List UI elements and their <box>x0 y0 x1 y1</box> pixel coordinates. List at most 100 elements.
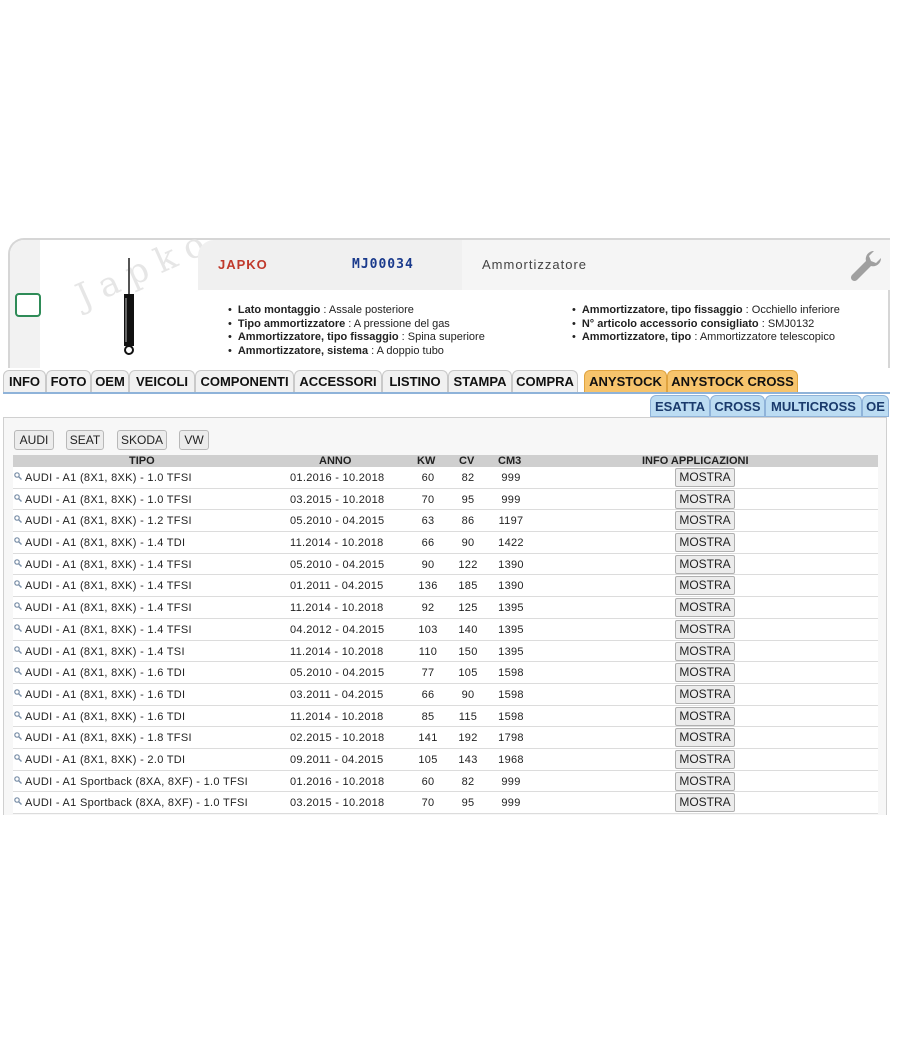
magnifier-icon[interactable] <box>14 515 22 524</box>
table-header: TIPO ANNO KW CV CM3 INFO APPLICAZIONI <box>13 455 878 467</box>
subtab-multicross[interactable]: MULTICROSS <box>765 395 862 417</box>
mostra-button[interactable]: MOSTRA <box>675 576 735 596</box>
cell-anno: 03.2015 - 10.2018 <box>290 493 385 506</box>
magnifier-icon[interactable] <box>14 624 22 632</box>
magnifier-icon[interactable] <box>14 472 22 480</box>
magnifier-icon[interactable] <box>14 645 22 654</box>
cell-cm3: 1395 <box>498 645 524 658</box>
magnifier-icon[interactable] <box>14 602 22 611</box>
col-cv: CV <box>459 455 475 467</box>
subtab-cross[interactable]: CROSS <box>710 395 765 417</box>
filter-vw-button[interactable]: VW <box>179 430 209 450</box>
cell-anno: 09.2011 - 04.2015 <box>290 753 384 766</box>
cell-tipo: AUDI - A1 (8X1, 8XK) - 1.6 TDI <box>25 688 186 701</box>
cell-kw: 141 <box>418 732 438 745</box>
cell-cm3: 999 <box>501 797 521 810</box>
magnifier-icon[interactable] <box>14 667 22 676</box>
cell-kw: 136 <box>418 580 438 593</box>
cell-tipo: AUDI - A1 Sportback (8XA, 8XF) - 1.0 TFS… <box>25 775 249 788</box>
filter-audi-button[interactable]: AUDI <box>14 430 54 450</box>
cell-anno: 03.2015 - 10.2018 <box>290 797 385 810</box>
mostra-button[interactable]: MOSTRA <box>675 663 735 683</box>
table-row: AUDI - A1 (8X1, 8XK) - 1.0 TFSI 03.2015 -… <box>13 488 878 511</box>
magnifier-icon[interactable] <box>14 580 22 589</box>
magnifier-icon[interactable] <box>14 797 22 806</box>
spec-item: Tipo ammortizzatore : A pressione del ga… <box>228 318 485 332</box>
mostra-button[interactable]: MOSTRA <box>675 533 735 553</box>
filter-seat-button[interactable]: SEAT <box>66 430 104 450</box>
select-checkbox[interactable] <box>15 293 41 317</box>
mostra-button[interactable]: MOSTRA <box>675 684 735 704</box>
mostra-button[interactable]: MOSTRA <box>675 749 735 769</box>
tab-anystock[interactable]: ANYSTOCK <box>584 370 667 392</box>
mostra-button[interactable]: MOSTRA <box>675 793 735 813</box>
cell-cm3: 1598 <box>498 688 524 701</box>
cell-cv: 143 <box>458 753 478 766</box>
table-row: AUDI - A1 (8X1, 8XK) - 1.4 TSI 11.2014 - … <box>13 640 878 663</box>
table-row: AUDI - A1 (8X1, 8XK) - 1.4 TDI 11.2014 - … <box>13 532 878 554</box>
magnifier-icon[interactable] <box>14 754 22 762</box>
brand-label: JAPKO <box>198 240 334 290</box>
cell-cv: 122 <box>458 558 478 571</box>
cell-kw: 103 <box>418 623 438 636</box>
tab-accessori[interactable]: ACCESSORI <box>294 370 382 392</box>
col-kw: KW <box>417 455 436 467</box>
cell-kw: 92 <box>421 602 435 615</box>
mostra-button[interactable]: MOSTRA <box>675 706 735 726</box>
cell-kw: 70 <box>421 797 435 810</box>
mostra-button[interactable]: MOSTRA <box>675 641 735 661</box>
table-row: AUDI - A1 (8X1, 8XK) - 1.4 TFSI 01.2011 -… <box>13 575 878 598</box>
tab-divider <box>3 392 890 394</box>
magnifier-icon[interactable] <box>14 689 22 697</box>
subtab-esatta[interactable]: ESATTA <box>650 395 710 417</box>
tab-stampa[interactable]: STAMPA <box>448 370 512 392</box>
tab-oem[interactable]: OEM <box>91 370 129 392</box>
filter-skoda-button[interactable]: SKODA <box>117 430 167 450</box>
cell-tipo: AUDI - A1 (8X1, 8XK) - 1.4 TFSI <box>25 623 192 636</box>
mostra-button[interactable]: MOSTRA <box>675 598 735 618</box>
mostra-button[interactable]: MOSTRA <box>675 771 735 791</box>
cell-anno: 11.2014 - 10.2018 <box>290 602 384 615</box>
spec-item: Ammortizzatore, tipo fissaggio : Spina s… <box>228 331 485 345</box>
cell-cv: 115 <box>458 710 478 723</box>
cell-tipo: AUDI - A1 (8X1, 8XK) - 1.4 TFSI <box>25 580 192 593</box>
cell-anno: 01.2016 - 10.2018 <box>290 775 385 788</box>
mostra-button[interactable]: MOSTRA <box>675 554 735 574</box>
tab-listino[interactable]: LISTINO <box>382 370 448 392</box>
cell-kw: 85 <box>421 710 435 723</box>
magnifier-icon[interactable] <box>14 537 22 546</box>
tab-anystock-cross[interactable]: ANYSTOCK CROSS <box>667 370 798 392</box>
subtab-oe[interactable]: OE <box>862 395 889 417</box>
tab-foto[interactable]: FOTO <box>46 370 91 392</box>
mostra-button[interactable]: MOSTRA <box>675 511 735 531</box>
mostra-button[interactable]: MOSTRA <box>675 619 735 639</box>
cell-anno: 11.2014 - 10.2018 <box>290 537 384 550</box>
wrench-icon[interactable] <box>848 248 884 284</box>
table-row: AUDI - A1 (8X1, 8XK) - 1.0 TFSI 01.2016 -… <box>13 467 878 489</box>
mostra-button[interactable]: MOSTRA <box>675 468 735 487</box>
article-code: MJ00034 <box>334 240 462 290</box>
tab-info[interactable]: INFO <box>3 370 46 392</box>
magnifier-icon[interactable] <box>14 775 22 784</box>
cell-tipo: AUDI - A1 (8X1, 8XK) - 1.6 TDI <box>25 710 186 723</box>
magnifier-icon[interactable] <box>14 710 22 719</box>
cell-kw: 66 <box>421 537 435 550</box>
cell-kw: 60 <box>421 775 435 788</box>
table-row: AUDI - A1 (8X1, 8XK) - 1.6 TDI 03.2011 - … <box>13 683 878 706</box>
table-row: AUDI - A1 (8X1, 8XK) - 1.4 TFSI 04.2012 -… <box>13 618 878 641</box>
magnifier-icon[interactable] <box>14 558 22 567</box>
cell-cm3: 1197 <box>498 515 524 528</box>
magnifier-icon[interactable] <box>14 732 22 741</box>
table-row: AUDI - A1 (8X1, 8XK) - 1.6 TDI 05.2010 - … <box>13 662 878 684</box>
mostra-button[interactable]: MOSTRA <box>675 489 735 509</box>
cell-cm3: 1968 <box>498 753 524 766</box>
tab-veicoli[interactable]: VEICOLI <box>129 370 195 392</box>
mostra-button[interactable]: MOSTRA <box>675 728 735 748</box>
magnifier-icon[interactable] <box>14 493 22 502</box>
table-row: AUDI - A1 (8X1, 8XK) - 1.4 TFSI 11.2014 -… <box>13 597 878 619</box>
tab-compra[interactable]: COMPRA <box>512 370 578 392</box>
cell-cm3: 1390 <box>498 558 524 571</box>
cell-anno: 01.2011 - 04.2015 <box>290 580 384 593</box>
cell-tipo: AUDI - A1 (8X1, 8XK) - 1.4 TDI <box>25 537 186 550</box>
tab-componenti[interactable]: COMPONENTI <box>195 370 294 392</box>
